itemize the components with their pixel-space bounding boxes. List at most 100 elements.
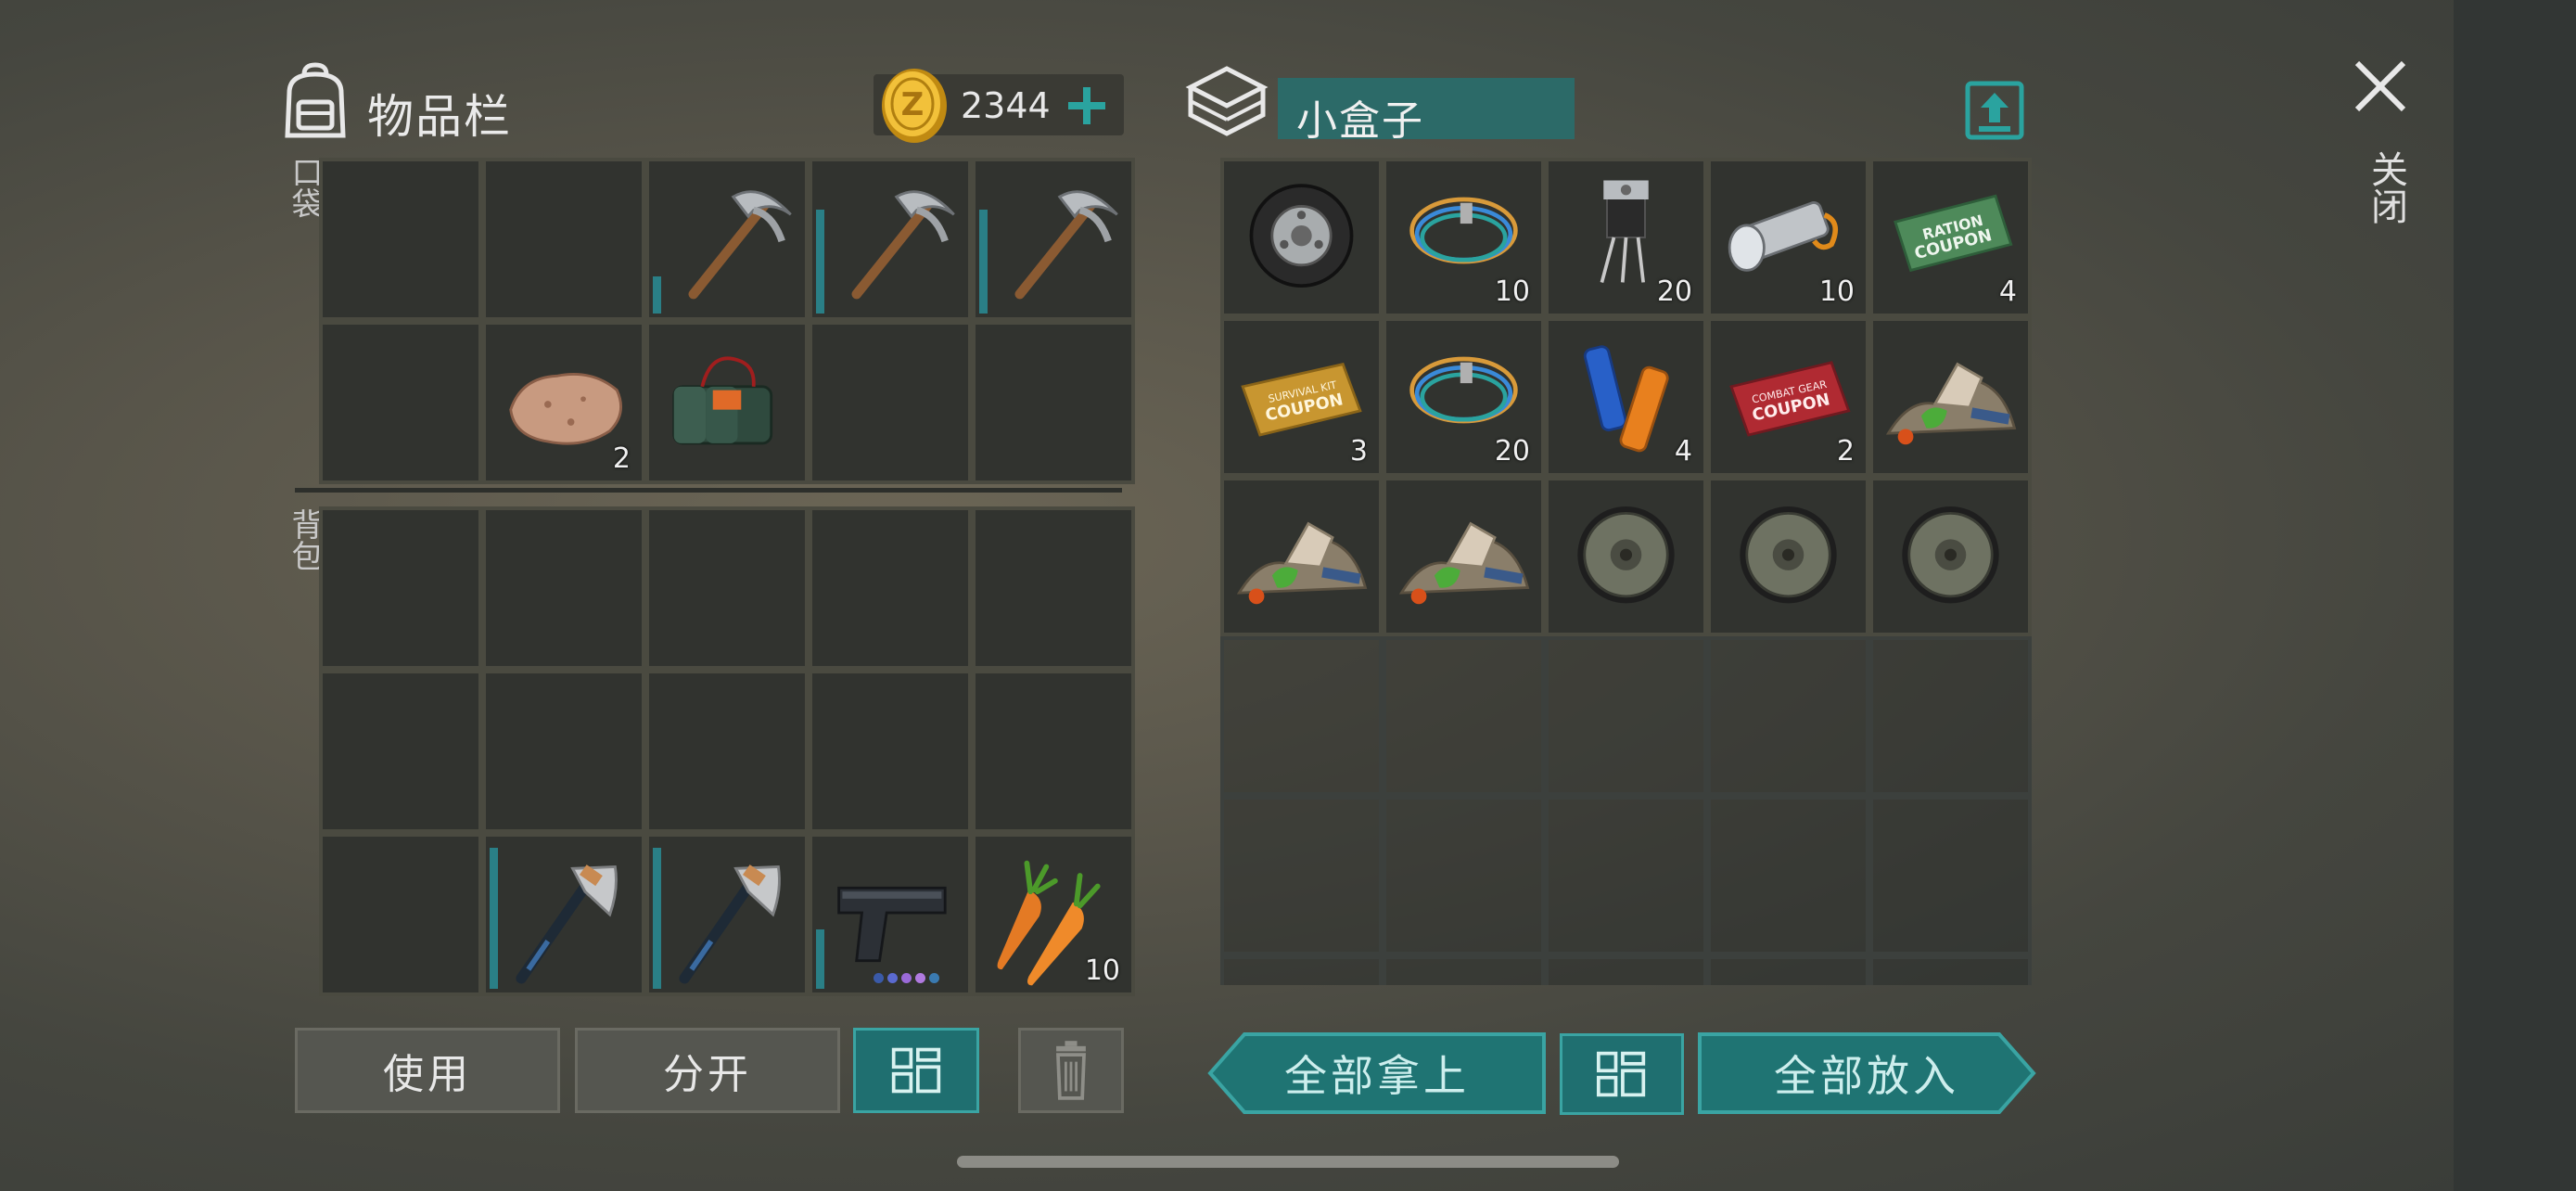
item-slot[interactable] [809, 158, 972, 321]
durability-bar [816, 929, 824, 989]
take-all-label: 全部拿上 [1284, 1051, 1470, 1101]
sort-inventory-button[interactable] [853, 1028, 979, 1113]
empty-slot[interactable] [1869, 636, 2032, 796]
upload-icon[interactable] [1964, 80, 2025, 141]
empty-slot[interactable] [972, 506, 1135, 670]
pocket-grid: 2 [319, 158, 1135, 484]
durability-bar [490, 848, 498, 989]
empty-slot[interactable] [1545, 636, 1707, 796]
empty-slot[interactable] [1707, 955, 1869, 985]
scrap-pile-icon [1236, 521, 1368, 605]
item-slot[interactable]: 20 [1545, 158, 1707, 317]
item-quantity: 20 [1656, 275, 1692, 308]
axe-icon [679, 864, 781, 984]
empty-slot[interactable] [482, 506, 645, 670]
svg-text:Z: Z [901, 86, 925, 123]
take-all-button[interactable]: 全部拿上 [1207, 1031, 1547, 1115]
split-button[interactable]: 分开 [575, 1028, 840, 1113]
empty-slot[interactable] [1383, 636, 1545, 796]
item-quantity: 4 [1998, 275, 2017, 308]
durability-bar [979, 210, 988, 314]
item-slot[interactable] [809, 833, 972, 996]
item-slot[interactable] [645, 321, 809, 484]
item-quantity: 10 [1494, 275, 1530, 308]
sort-container-button[interactable] [1560, 1033, 1684, 1115]
item-slot[interactable] [1220, 158, 1383, 317]
grid-sort-icon [1596, 1051, 1646, 1097]
empty-slot[interactable] [645, 506, 809, 670]
item-slot[interactable]: 10 [1707, 158, 1869, 317]
item-slot[interactable]: 2 [482, 321, 645, 484]
item-slot[interactable]: 20 [1383, 317, 1545, 477]
container-grid-viewport[interactable]: 10 20 10 RATION COUPON 4 SURVIVAL KIT COUPON 3 20… [1220, 158, 2032, 985]
item-slot[interactable] [482, 833, 645, 996]
item-slot[interactable]: RATION COUPON 4 [1869, 158, 2032, 317]
empty-slot[interactable] [1869, 796, 2032, 955]
coin-icon: Z [882, 69, 947, 143]
item-slot[interactable]: SURVIVAL KIT COUPON 3 [1220, 317, 1383, 477]
item-quantity: 20 [1494, 435, 1530, 467]
empty-slot[interactable] [1220, 796, 1383, 955]
item-slot[interactable]: COMBAT GEAR COUPON 2 [1707, 317, 1869, 477]
wheel-icon [1740, 506, 1837, 604]
item-slot[interactable]: 10 [1383, 158, 1545, 317]
item-slot[interactable] [972, 158, 1135, 321]
use-button[interactable]: 使用 [295, 1028, 560, 1113]
empty-slot[interactable] [809, 506, 972, 670]
empty-slot[interactable] [482, 670, 645, 833]
empty-slot[interactable] [319, 321, 482, 484]
item-slot[interactable]: 4 [1545, 317, 1707, 477]
empty-slot[interactable] [319, 833, 482, 996]
close-icon[interactable] [2352, 58, 2409, 115]
empty-slot[interactable] [1707, 796, 1869, 955]
scrap-pile-icon [1885, 362, 2017, 445]
wheel-icon [1902, 506, 1999, 604]
empty-slot[interactable] [645, 670, 809, 833]
pickaxe-icon [851, 190, 955, 300]
durability-bar [653, 276, 661, 314]
close-label[interactable]: 关闭 [2359, 150, 2413, 224]
put-all-label: 全部放入 [1774, 1051, 1959, 1101]
item-slot[interactable] [1545, 477, 1707, 636]
container-name-field[interactable]: 小盒子 [1278, 78, 1575, 145]
item-quantity: 2 [1836, 435, 1855, 467]
tire-icon [1249, 184, 1354, 288]
durability-bar [816, 210, 824, 314]
home-indicator[interactable] [957, 1156, 1619, 1168]
item-slot[interactable] [645, 158, 809, 321]
pickaxe-icon [688, 190, 792, 300]
empty-slot[interactable] [1383, 955, 1545, 985]
item-slot[interactable] [1869, 477, 2032, 636]
empty-slot[interactable] [809, 321, 972, 484]
trash-button[interactable] [1018, 1028, 1124, 1113]
empty-slot[interactable] [972, 321, 1135, 484]
item-slot[interactable] [1383, 477, 1545, 636]
empty-slot[interactable] [319, 670, 482, 833]
empty-slot[interactable] [1383, 796, 1545, 955]
empty-slot[interactable] [1869, 955, 2032, 985]
item-quantity: 4 [1674, 435, 1692, 467]
item-quantity: 10 [1084, 954, 1120, 987]
empty-slot[interactable] [482, 158, 645, 321]
empty-slot[interactable] [972, 670, 1135, 833]
item-quantity: 3 [1349, 435, 1368, 467]
scrap-pile-icon [1398, 521, 1530, 605]
item-slot[interactable] [1707, 477, 1869, 636]
empty-slot[interactable] [1545, 796, 1707, 955]
item-slot[interactable] [1869, 317, 2032, 477]
wheel-icon [1577, 506, 1675, 604]
inventory-title: 物品栏 [367, 90, 512, 144]
backpack-grid: 10 [319, 506, 1135, 996]
empty-slot[interactable] [809, 670, 972, 833]
empty-slot[interactable] [1545, 955, 1707, 985]
empty-slot[interactable] [1220, 955, 1383, 985]
empty-slot[interactable] [319, 158, 482, 321]
empty-slot[interactable] [1220, 636, 1383, 796]
add-coins-button[interactable] [1057, 76, 1116, 135]
put-all-button[interactable]: 全部放入 [1697, 1031, 2036, 1115]
empty-slot[interactable] [319, 506, 482, 670]
empty-slot[interactable] [1707, 636, 1869, 796]
item-slot[interactable]: 10 [972, 833, 1135, 996]
item-slot[interactable] [645, 833, 809, 996]
item-slot[interactable] [1220, 477, 1383, 636]
